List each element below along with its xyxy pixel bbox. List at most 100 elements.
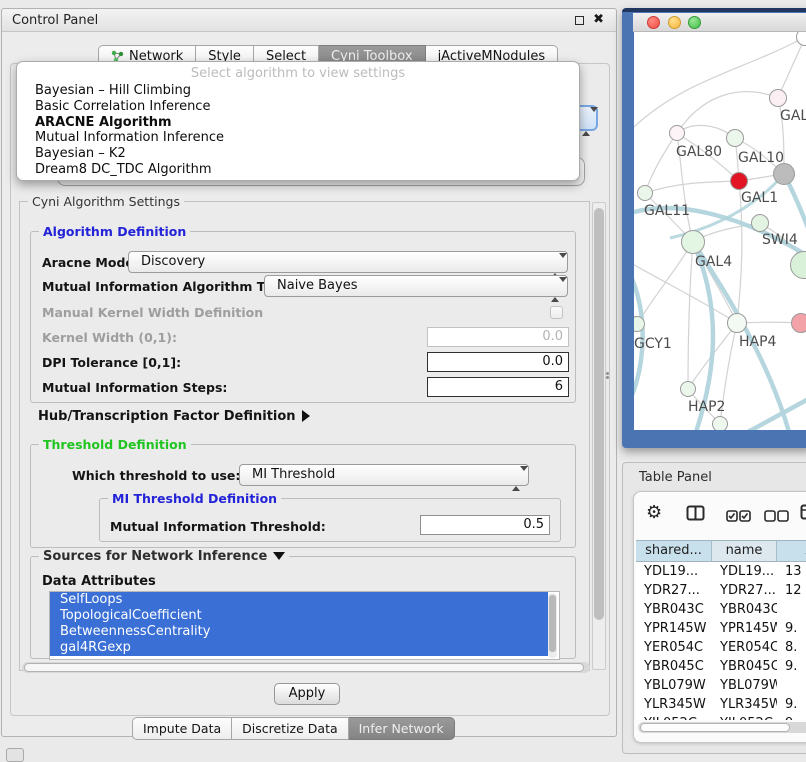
stepper-arrows-icon <box>512 469 521 489</box>
bottom-tab-label: Impute Data <box>143 721 221 736</box>
attribute-item-topologicalcoefficient[interactable]: TopologicalCoefficient <box>50 608 548 624</box>
export-table-icon[interactable] <box>800 504 806 524</box>
mi-type-combo[interactable]: Naive Bayes <box>264 275 568 297</box>
algorithm-popup-placeholder: Select algorithm to view settings <box>17 66 579 81</box>
network-canvas[interactable]: GALGAL80GAL10GAL1GAL11SWI4GAL4GCY1HAP4YH… <box>634 32 806 430</box>
close-icon[interactable]: ✖ <box>593 12 604 27</box>
table-row[interactable]: YER054CYER054C8. <box>636 638 806 657</box>
network-node-gal80[interactable] <box>669 125 685 141</box>
close-traffic-light-icon[interactable] <box>647 16 660 29</box>
network-node-gal[interactable] <box>769 89 787 107</box>
bottom-tab-infer-network[interactable]: Infer Network <box>349 717 455 740</box>
select-all-columns-icon[interactable] <box>726 507 752 526</box>
settings-horizontal-scrollbar[interactable] <box>22 662 590 673</box>
aracne-mode-label: Aracne Mode: <box>42 255 139 270</box>
bottom-tab-impute-data[interactable]: Impute Data <box>132 717 232 740</box>
table-row[interactable]: YDL19...YDL19...13 <box>636 562 806 581</box>
node-label-gal1: GAL1 <box>741 190 778 206</box>
node-label-gal4: GAL4 <box>695 254 732 270</box>
expand-right-icon <box>302 410 310 422</box>
table-row[interactable]: YPR145WYPR145W9. <box>636 619 806 638</box>
manual-kernel-checkbox[interactable] <box>550 306 563 319</box>
algorithm-option-bayesian-k2[interactable]: Bayesian – K2 <box>35 146 571 162</box>
bottom-left-grip[interactable] <box>6 748 24 762</box>
panel-title: Control Panel <box>12 13 98 28</box>
network-node-gal10[interactable] <box>726 129 744 147</box>
table-hscrollbar-thumb[interactable] <box>640 723 790 732</box>
mi-threshold-label: Mutual Information Threshold: <box>110 519 326 534</box>
attributes-scrollbar-thumb[interactable] <box>549 595 556 652</box>
settings-hscrollbar-thumb[interactable] <box>24 663 584 672</box>
algorithm-definition-legend: Algorithm Definition <box>39 224 190 239</box>
deselect-all-columns-icon[interactable] <box>764 507 790 526</box>
network-node[interactable] <box>773 163 795 185</box>
network-node-swi4[interactable] <box>751 214 769 232</box>
table-cell: YBL079W <box>636 676 712 695</box>
network-node-gal1[interactable] <box>730 172 748 190</box>
column-header-a[interactable]: A <box>777 541 806 561</box>
which-threshold-label: Which threshold to use: <box>72 468 240 483</box>
aracne-mode-combo[interactable]: Discovery <box>128 251 568 273</box>
network-node-gal4[interactable] <box>681 230 705 254</box>
network-node-hap4[interactable] <box>727 313 747 333</box>
table-horizontal-scrollbar[interactable] <box>638 722 806 733</box>
network-node-y[interactable] <box>791 313 806 333</box>
table-row[interactable]: YBR043CYBR043C <box>636 600 806 619</box>
algorithm-dropdown-popup: Select algorithm to view settings Bayesi… <box>16 61 580 181</box>
column-header-name[interactable]: name <box>712 541 777 561</box>
settings-scrollbar-thumb[interactable] <box>594 208 604 620</box>
attribute-item-betweennesscentrality[interactable]: BetweennessCentrality <box>50 624 548 640</box>
table-cell: 9. <box>777 657 806 676</box>
hub-definition-toggle[interactable]: Hub/Transcription Factor Definition <box>38 409 310 424</box>
zoom-traffic-light-icon[interactable] <box>688 16 701 29</box>
algorithm-option-mutual-information-inference[interactable]: Mutual Information Inference <box>35 130 571 146</box>
attribute-item-selfloops[interactable]: SelfLoops <box>50 592 548 608</box>
table-cell: YPR145W <box>712 619 777 638</box>
table-cell: YLR345W <box>712 695 777 714</box>
split-columns-icon[interactable] <box>686 505 706 525</box>
table-toolbar: ⚙ <box>634 502 806 530</box>
data-attributes-label: Data Attributes <box>42 574 156 589</box>
algorithm-option-aracne-algorithm[interactable]: ARACNE Algorithm <box>35 115 571 131</box>
table-cell: YDR27... <box>712 581 777 600</box>
minimize-traffic-light-icon[interactable] <box>668 16 681 29</box>
table-cell: 9. <box>777 619 806 638</box>
settings-vertical-scrollbar[interactable] <box>592 202 606 670</box>
application-screen: Control Panel ✖ NetworkStyleSelectCyni T… <box>0 0 806 762</box>
table-cell: YBR043C <box>712 600 777 619</box>
table-row[interactable]: YDR27...YDR27...12 <box>636 581 806 600</box>
table-cell: 12 <box>777 581 806 600</box>
mi-steps-field[interactable]: 6 <box>427 377 569 397</box>
network-node-hap2[interactable] <box>680 381 696 397</box>
split-pane-divider-handle[interactable] <box>605 371 610 381</box>
algorithm-option-basic-correlation-inference[interactable]: Basic Correlation Inference <box>35 99 571 115</box>
bottom-tab-discretize-data[interactable]: Discretize Data <box>232 717 348 740</box>
apply-button[interactable]: Apply <box>274 683 340 705</box>
table-row[interactable]: YBR045CYBR045C9. <box>636 657 806 676</box>
float-window-icon[interactable] <box>575 16 584 25</box>
node-label-gal11: GAL11 <box>644 203 690 219</box>
which-threshold-combo[interactable]: MI Threshold <box>239 464 529 486</box>
table-cell: YDL19... <box>712 562 777 581</box>
table-panel-title: Table Panel <box>639 470 712 485</box>
network-window-titlebar <box>633 13 806 32</box>
network-node-gal11[interactable] <box>637 185 653 201</box>
mi-threshold-field[interactable]: 0.5 <box>420 515 550 535</box>
attribute-item-gal4rgexp[interactable]: gal4RGexp <box>50 640 548 656</box>
data-attributes-list[interactable]: SelfLoopsTopologicalCoefficientBetweenne… <box>49 591 560 660</box>
algorithm-option-dream8-dc-tdc-algorithm[interactable]: Dream8 DC_TDC Algorithm <box>35 162 571 178</box>
kernel-width-field[interactable]: 0.0 <box>427 327 569 347</box>
table-row[interactable]: YIL052CYIL052C9 <box>636 714 806 720</box>
dpi-tolerance-label: DPI Tolerance [0,1]: <box>42 355 181 370</box>
table-row[interactable]: YLR345WYLR345W9. <box>636 695 806 714</box>
table-row[interactable]: YBL079WYBL079W <box>636 676 806 695</box>
column-header-shared[interactable]: shared... <box>636 541 712 561</box>
hub-definition-label: Hub/Transcription Factor Definition <box>38 409 296 424</box>
sources-legend[interactable]: Sources for Network Inference <box>39 549 289 564</box>
dpi-tolerance-field[interactable]: 0.0 <box>427 352 569 372</box>
algorithm-option-bayesian-hill-climbing[interactable]: Bayesian – Hill Climbing <box>35 83 571 99</box>
attributes-list-scrollbar[interactable] <box>548 593 557 658</box>
gear-icon[interactable]: ⚙ <box>646 502 662 523</box>
network-node[interactable] <box>712 416 728 430</box>
node-label-hap2: HAP2 <box>688 399 725 415</box>
